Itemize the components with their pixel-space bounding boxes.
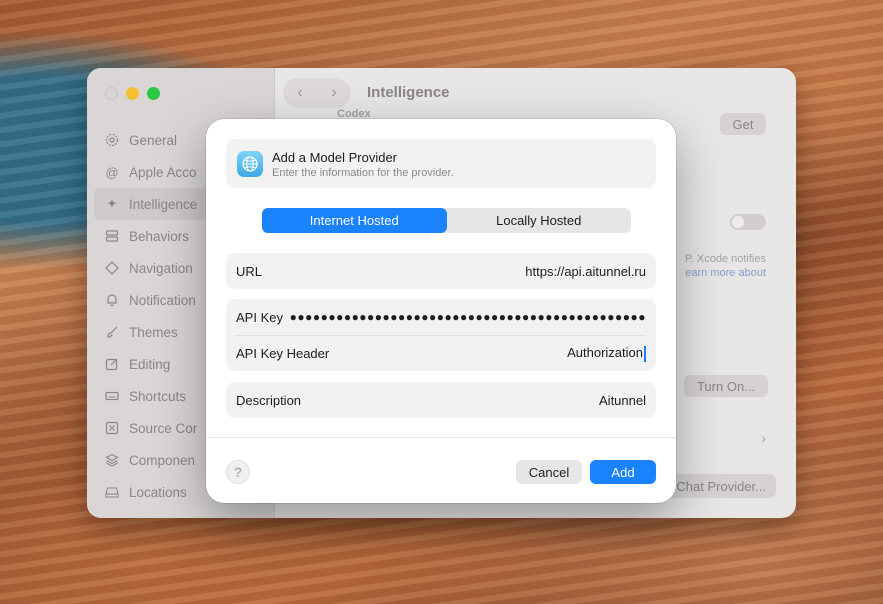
learn-more-link[interactable]: earn more about (685, 266, 766, 280)
components-icon (104, 452, 120, 468)
page-title: Intelligence (367, 84, 450, 101)
api-key-header-field[interactable]: Authorization (567, 345, 646, 362)
add-button[interactable]: Add (590, 460, 656, 484)
api-key-header-label: API Key Header (236, 346, 330, 361)
sidebar-item-label: Notification (129, 292, 196, 308)
help-button[interactable]: ? (226, 460, 250, 484)
turn-on-button[interactable]: Turn On... (684, 375, 768, 397)
sidebar-item-label: Themes (129, 324, 178, 340)
sidebar-item-label: Editing (129, 356, 171, 372)
tab-locally-hosted[interactable]: Locally Hosted (447, 208, 632, 233)
forward-arrow-icon[interactable]: › (317, 78, 351, 108)
api-key-label: API Key (236, 309, 283, 325)
sheet-header: Add a Model Provider Enter the informati… (226, 139, 656, 188)
gear-icon (104, 132, 120, 148)
add-model-provider-sheet: Add a Model Provider Enter the informati… (206, 119, 676, 503)
sheet-subtitle: Enter the information for the provider. (272, 167, 454, 179)
footer-divider (206, 437, 676, 438)
behaviors-icon (104, 228, 120, 244)
drive-icon (104, 484, 120, 500)
url-group: URL https://api.aitunnel.ru (226, 253, 656, 289)
url-label: URL (236, 263, 263, 279)
chevron-right-icon[interactable]: › (761, 430, 766, 446)
url-field[interactable]: https://api.aitunnel.ru (525, 264, 646, 279)
close-window-button[interactable] (105, 87, 118, 100)
api-key-group: API Key ●●●●●●●●●●●●●●●●●●●●●●●●●●●●●●●●… (226, 299, 656, 371)
api-key-row: API Key ●●●●●●●●●●●●●●●●●●●●●●●●●●●●●●●●… (226, 299, 656, 335)
sidebar-item-label: Behaviors (129, 228, 190, 244)
navigation-arrows: ‹ › (283, 78, 351, 108)
description-row: Description Aitunnel (226, 382, 656, 418)
sidebar-item-label: Componen (129, 452, 196, 468)
description-group: Description Aitunnel (226, 382, 656, 418)
api-key-header-row: API Key Header Authorization (236, 335, 646, 371)
sidebar-item-label: Navigation (129, 260, 193, 276)
back-arrow-icon[interactable]: ‹ (283, 78, 317, 108)
sidebar-item-label: Locations (129, 484, 187, 500)
window-controls (105, 87, 160, 100)
sidebar-item-label: Source Cor (129, 420, 198, 436)
globe-icon (237, 151, 263, 177)
navigation-icon (104, 260, 120, 276)
bell-icon (104, 292, 120, 308)
edit-icon (104, 356, 120, 372)
get-button[interactable]: Get (720, 113, 766, 135)
brush-icon (104, 324, 120, 340)
source-control-icon (104, 420, 120, 436)
hosting-segmented-control: Internet Hosted Locally Hosted (262, 208, 631, 233)
setting-toggle[interactable] (730, 214, 766, 230)
api-key-header-value: Authorization (567, 345, 643, 361)
cancel-button[interactable]: Cancel (516, 460, 582, 484)
maximize-window-button[interactable] (147, 87, 160, 100)
sparkles-icon: ✦ (106, 196, 118, 211)
sidebar-item-label: Apple Acco (129, 164, 197, 180)
description-field[interactable]: Aitunnel (599, 393, 646, 408)
minimize-window-button[interactable] (126, 87, 139, 100)
notify-text: P. Xcode notifies earn more about (685, 252, 766, 280)
sidebar-item-label: General (129, 132, 178, 148)
description-label: Description (236, 392, 302, 408)
tab-internet-hosted[interactable]: Internet Hosted (262, 208, 447, 233)
api-key-field[interactable]: ●●●●●●●●●●●●●●●●●●●●●●●●●●●●●●●●●●●●●●●●… (290, 310, 646, 324)
at-icon: @ (105, 164, 119, 180)
sidebar-item-label: Intelligence (129, 196, 198, 212)
notify-text-line: P. Xcode notifies (684, 253, 766, 265)
sheet-title: Add a Model Provider (272, 150, 398, 165)
sidebar-item-label: Shortcuts (129, 388, 187, 404)
url-row: URL https://api.aitunnel.ru (226, 253, 656, 289)
text-cursor (644, 345, 646, 362)
keyboard-icon (104, 388, 120, 404)
